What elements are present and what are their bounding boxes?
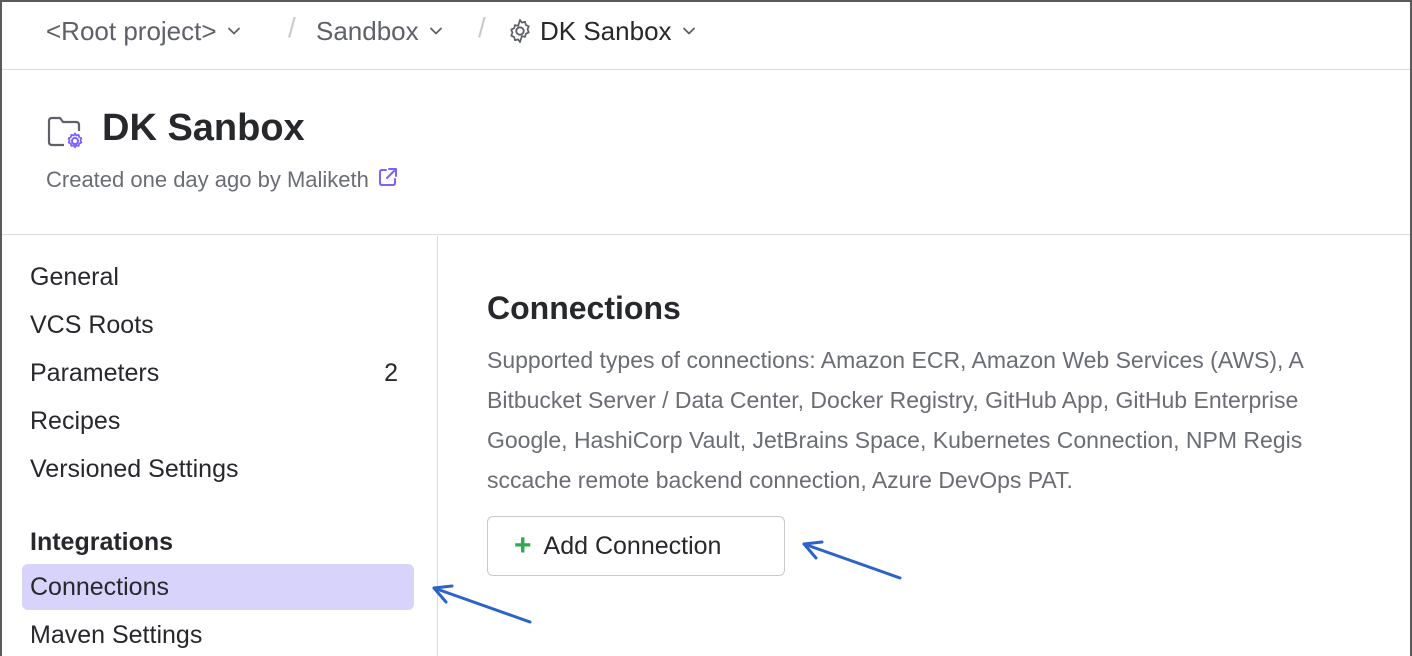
arrow-annotation — [802, 540, 902, 580]
sidebar-item-general[interactable]: General — [22, 254, 414, 300]
breadcrumb-sandbox[interactable]: Sandbox — [316, 14, 443, 48]
main-content: Connections Supported types of connectio… — [439, 236, 1412, 656]
description-line: Bitbucket Server / Data Center, Docker R… — [487, 387, 1299, 413]
sidebar-item-label: Maven Settings — [30, 620, 203, 649]
created-text: Created one day ago by Maliketh — [46, 167, 369, 192]
folder-settings-icon — [47, 116, 83, 149]
breadcrumb-label: <Root project> — [46, 15, 217, 46]
parameters-count-badge: 2 — [384, 358, 398, 387]
created-info: Created one day ago by Maliketh — [46, 167, 399, 193]
breadcrumb-separator: / — [478, 12, 486, 43]
gear-icon — [510, 19, 530, 43]
settings-sidebar: General VCS Roots Parameters 2 Recipes V… — [2, 236, 438, 656]
description-line: Google, HashiCorp Vault, JetBrains Space… — [487, 427, 1303, 453]
breadcrumb-separator: / — [288, 12, 296, 43]
sidebar-item-versioned-settings[interactable]: Versioned Settings — [22, 446, 414, 492]
sidebar-item-label: Connections — [30, 572, 169, 601]
add-connection-label: Add Connection — [543, 531, 722, 560]
add-connection-button[interactable]: + Add Connection — [487, 516, 785, 576]
section-heading: Connections — [487, 290, 681, 326]
sidebar-item-vcs-roots[interactable]: VCS Roots — [22, 302, 414, 348]
supported-types-description: Supported types of connections: Amazon E… — [487, 340, 1412, 500]
sidebar-item-recipes[interactable]: Recipes — [22, 398, 414, 444]
external-link-icon[interactable] — [377, 166, 399, 188]
description-line: sccache remote backend connection, Azure… — [487, 467, 1073, 493]
chevron-down-icon — [682, 27, 695, 35]
breadcrumb-dk-sanbox[interactable]: DK Sanbox — [506, 14, 696, 48]
breadcrumb-root-project[interactable]: <Root project> — [46, 14, 241, 48]
page-title: DK Sanbox — [102, 107, 305, 149]
sidebar-item-connections[interactable]: Connections — [22, 564, 414, 610]
chevron-down-icon — [227, 27, 240, 35]
arrow-annotation — [432, 584, 532, 624]
breadcrumb: <Root project> / Sandbox / DK Sanbox — [2, 2, 1412, 70]
sidebar-item-label: Recipes — [30, 406, 121, 435]
sidebar-item-label: General — [30, 262, 119, 291]
window-frame: <Root project> / Sandbox / DK Sanbox DK … — [0, 0, 1412, 656]
sidebar-item-parameters[interactable]: Parameters 2 — [22, 350, 414, 396]
sidebar-item-label: Parameters — [30, 358, 160, 387]
breadcrumb-label: Sandbox — [316, 15, 419, 46]
description-line: Supported types of connections: Amazon E… — [487, 347, 1304, 373]
sidebar-item-label: Versioned Settings — [30, 454, 239, 483]
breadcrumb-label: DK Sanbox — [540, 15, 672, 46]
chevron-down-icon — [429, 27, 442, 35]
project-header: DK Sanbox Created one day ago by Maliket… — [2, 71, 1412, 235]
plus-icon: + — [514, 529, 532, 562]
sidebar-item-maven-settings[interactable]: Maven Settings — [22, 612, 414, 656]
sidebar-section-integrations: Integrations — [30, 528, 174, 556]
sidebar-item-label: VCS Roots — [30, 310, 154, 339]
